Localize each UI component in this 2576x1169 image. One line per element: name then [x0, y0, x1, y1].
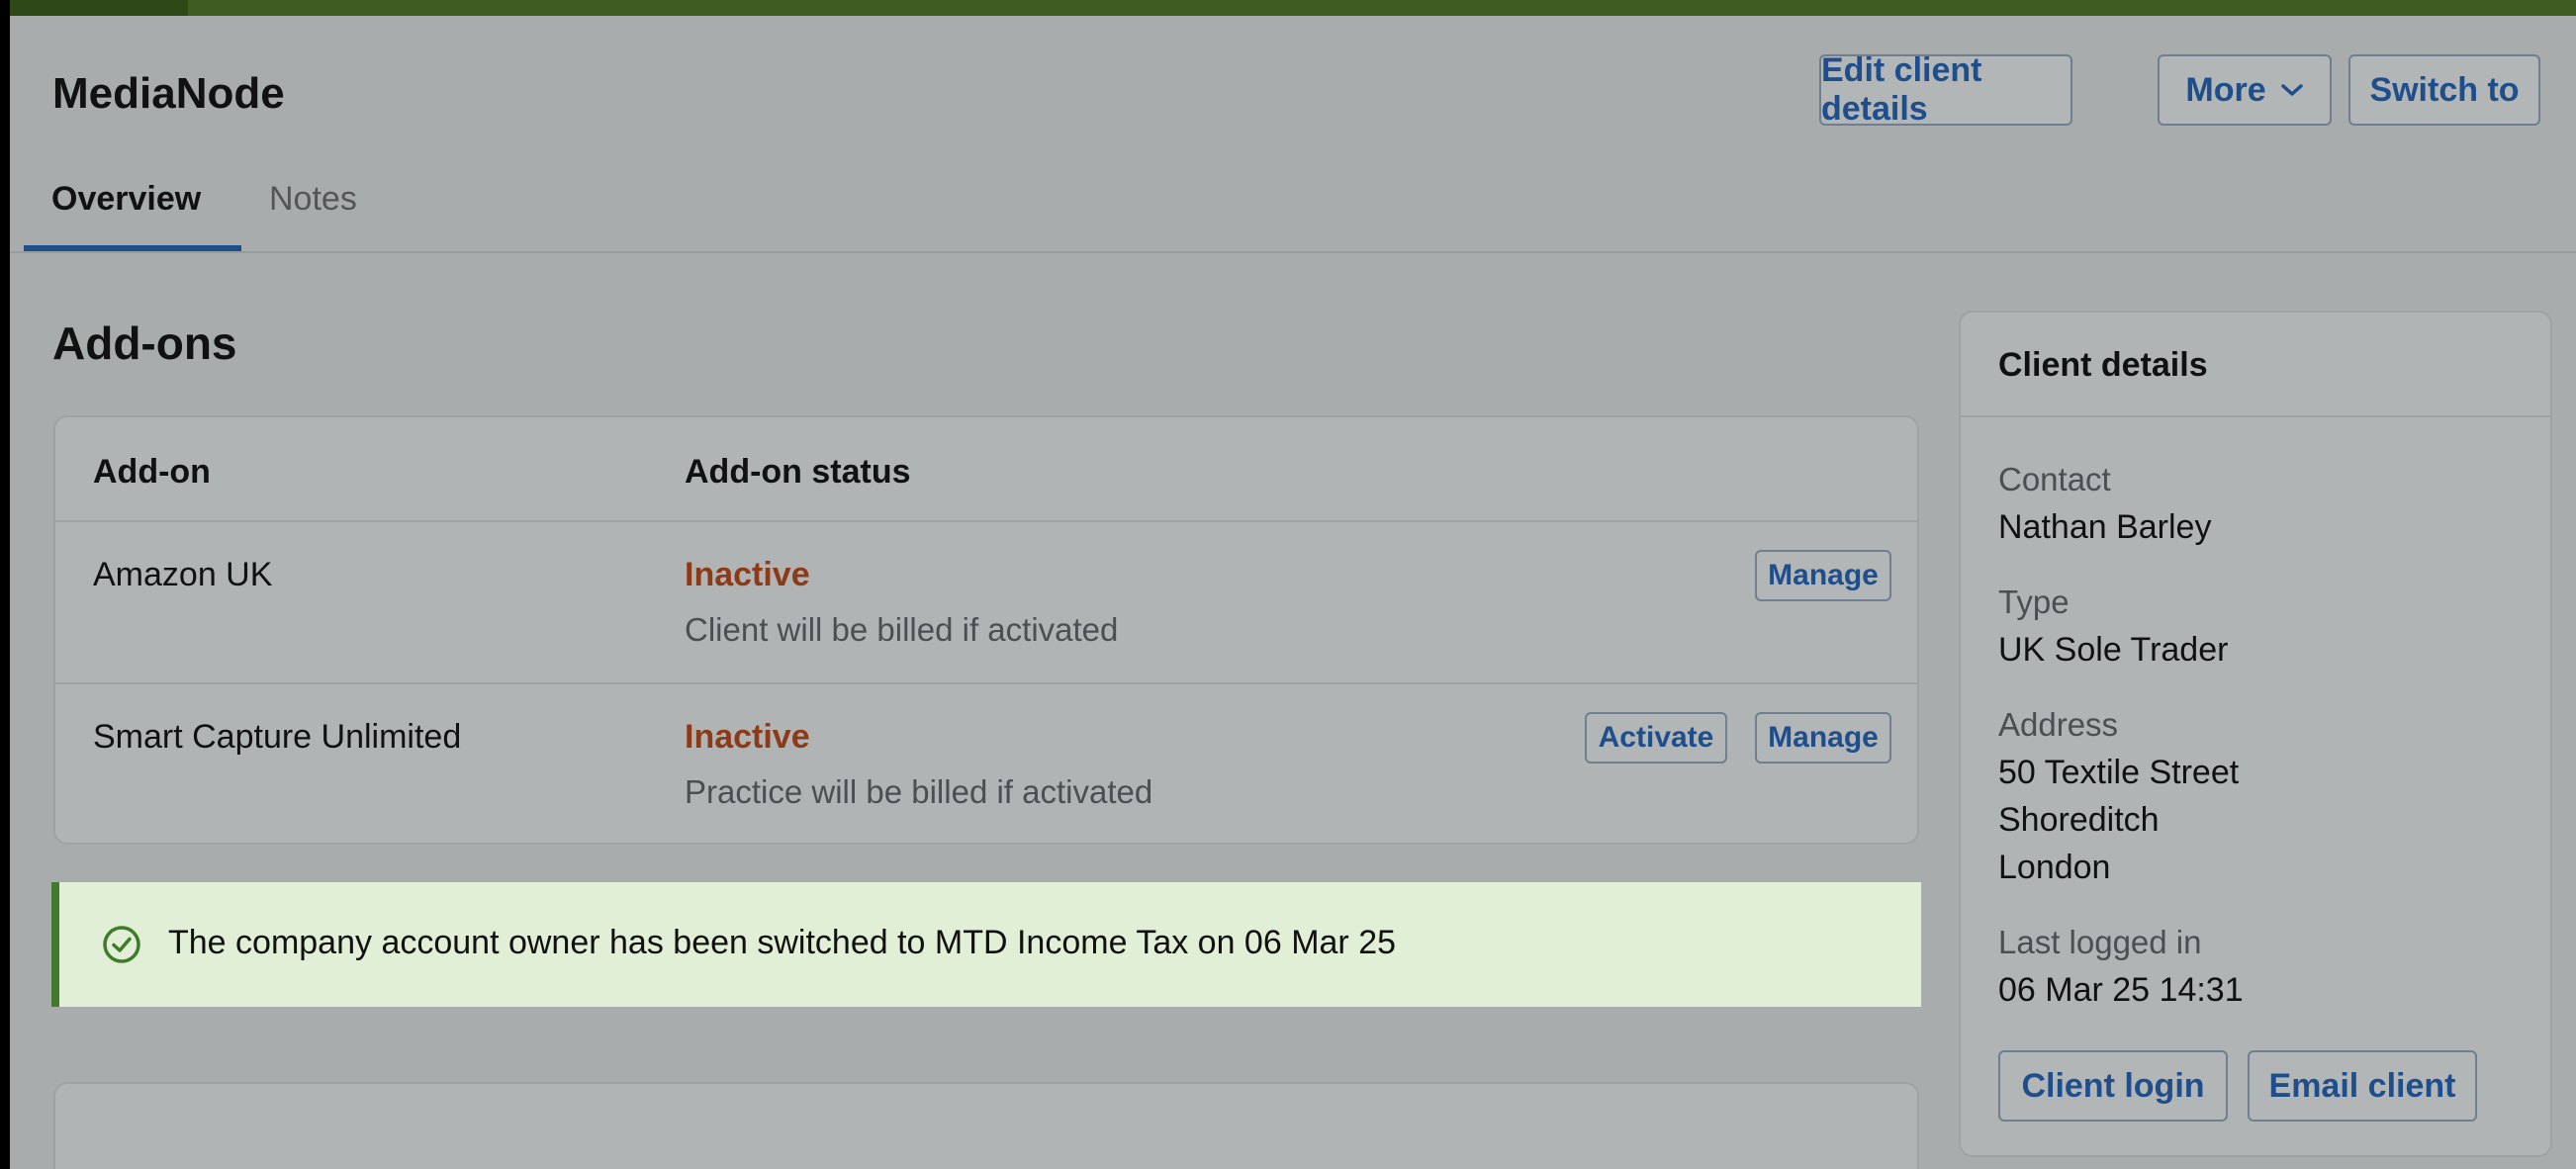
banner-message: The company account owner has been switc…	[168, 924, 1397, 961]
addon-name: Smart Capture Unlimited	[93, 718, 462, 756]
more-label: More	[2185, 70, 2266, 109]
lower-card	[53, 1082, 1919, 1169]
addons-table: Add-on Add-on status Amazon UK Inactive …	[53, 415, 1919, 845]
edit-client-details-button[interactable]: Edit client details	[1819, 51, 2072, 128]
more-button[interactable]: More	[2158, 54, 2332, 126]
addon-name: Amazon UK	[93, 556, 273, 593]
address-line: London	[1998, 849, 2111, 886]
client-details-title: Client details	[1998, 346, 2208, 384]
type-value: UK Sole Trader	[1998, 631, 2229, 669]
row-divider	[55, 682, 1917, 684]
check-circle-icon	[103, 926, 140, 963]
top-nav-home-segment[interactable]	[10, 0, 188, 16]
client-login-button[interactable]: Client login	[1998, 1050, 2228, 1122]
tab-bar: Overview Notes	[10, 158, 2576, 253]
active-tab-indicator	[24, 245, 241, 251]
client-details-header: Client details	[1961, 313, 2550, 417]
column-header-addon: Add-on	[93, 453, 211, 491]
success-banner: The company account owner has been switc…	[51, 882, 1921, 1007]
chevron-down-icon	[2280, 84, 2303, 96]
billing-note: Practice will be billed if activated	[685, 773, 1153, 810]
manage-button[interactable]: Manage	[1755, 550, 1891, 601]
billing-note: Client will be billed if activated	[685, 611, 1119, 648]
tab-overview[interactable]: Overview	[51, 180, 201, 219]
edit-client-details-label: Edit client details	[1821, 51, 1982, 128]
header-divider	[55, 520, 1917, 522]
column-header-addon-status: Add-on status	[685, 453, 911, 491]
type-label: Type	[1998, 584, 2070, 620]
tab-notes[interactable]: Notes	[269, 180, 357, 219]
addons-section-title: Add-ons	[52, 317, 237, 369]
top-nav-bar	[10, 0, 2576, 16]
switch-to-button[interactable]: Switch to	[2348, 54, 2540, 126]
address-line: 50 Textile Street	[1998, 754, 2240, 791]
last-logged-in-label: Last logged in	[1998, 924, 2202, 960]
switch-to-label: Switch to	[2369, 70, 2520, 109]
client-page: MediaNode Edit client details More Switc…	[10, 0, 2576, 1169]
activate-button[interactable]: Activate	[1585, 712, 1727, 764]
contact-label: Contact	[1998, 461, 2111, 497]
status-badge: Inactive	[685, 556, 810, 593]
address-label: Address	[1998, 706, 2119, 743]
last-logged-in-value: 06 Mar 25 14:31	[1998, 971, 2244, 1009]
client-details-panel: Client details Contact Nathan Barley Typ…	[1959, 311, 2552, 1157]
contact-value: Nathan Barley	[1998, 508, 2212, 546]
page-title: MediaNode	[52, 69, 285, 118]
manage-button[interactable]: Manage	[1755, 712, 1891, 764]
status-badge: Inactive	[685, 718, 810, 756]
address-line: Shoreditch	[1998, 801, 2160, 839]
email-client-button[interactable]: Email client	[2248, 1050, 2477, 1122]
